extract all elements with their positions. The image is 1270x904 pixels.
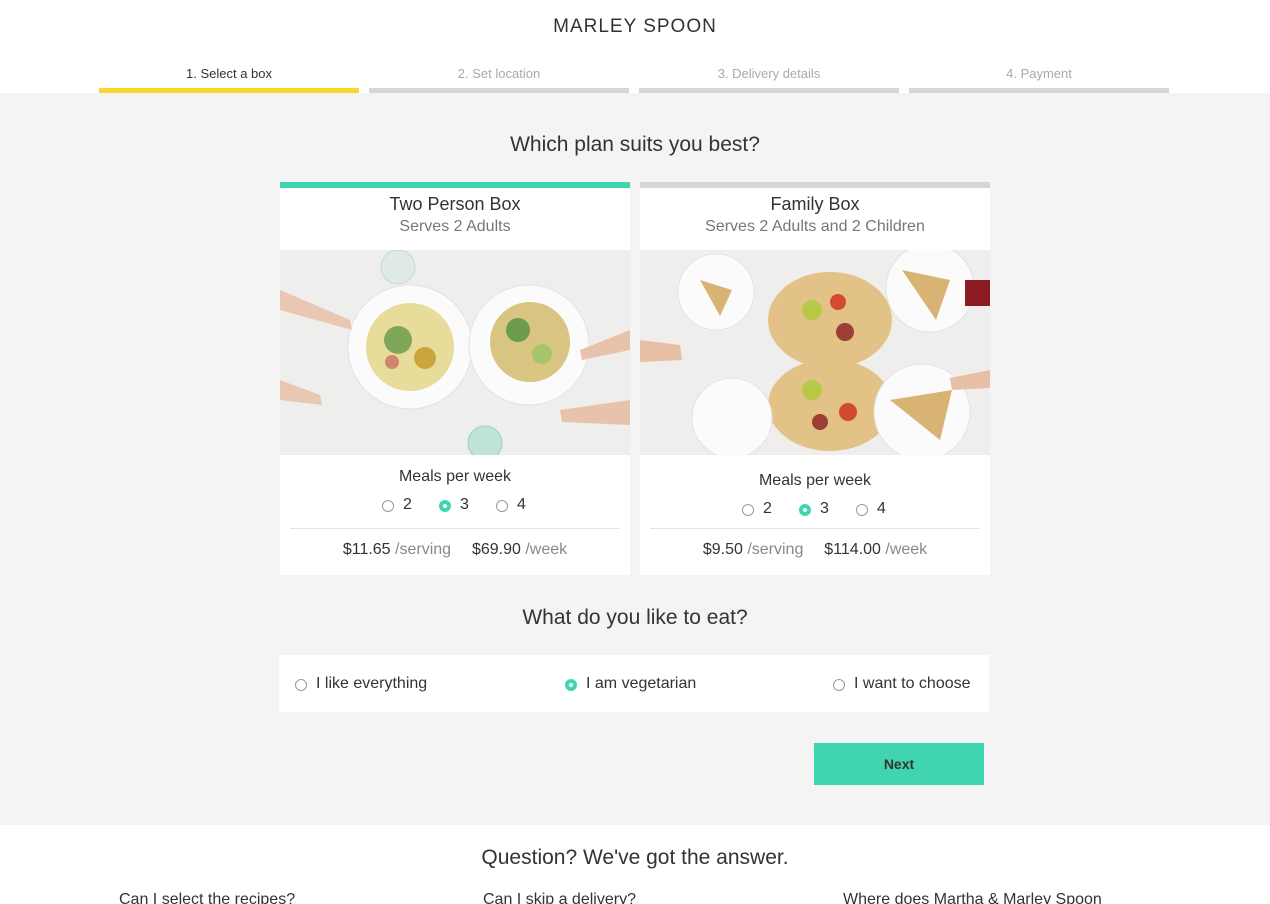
step-progress-bar <box>369 88 629 93</box>
radio-checked-icon <box>439 500 451 512</box>
price-per-week: $69.90 <box>471 541 521 558</box>
meals-radio-group: 2 3 4 <box>280 496 630 516</box>
plan-subtitle: Serves 2 Adults and 2 Children <box>705 218 925 235</box>
radio-label: 3 <box>460 496 469 513</box>
step-progress-bar <box>99 88 359 93</box>
family-meal-photo <box>640 250 990 455</box>
marley-spoon-logo[interactable]: MARLEY SPOON <box>0 16 1270 38</box>
diet-radio-group: I like everything I am vegetarian I want… <box>279 655 989 712</box>
plan-card-two-person[interactable]: Two Person Box Serves 2 Adults Meals per… <box>280 182 630 575</box>
plan-card-family[interactable]: Family Box Serves 2 Adults and 2 Childre… <box>640 182 990 575</box>
price-per-week: $114.00 <box>824 541 881 558</box>
meals-per-week-label: Meals per week <box>398 468 512 485</box>
step-label: 2. Set location <box>457 66 541 81</box>
radio-circle-icon <box>856 504 868 516</box>
faq-section: Question? We've got the answer. Can I se… <box>0 825 1270 904</box>
plan-title: Family Box <box>770 194 860 214</box>
step-label: 3. Delivery details <box>717 66 821 81</box>
price-per-serving: $9.50 <box>702 541 743 558</box>
step-set-location: 2. Set location <box>369 66 629 93</box>
week-unit: /week <box>885 541 928 558</box>
faq-question[interactable]: Can I skip a delivery? <box>483 891 636 904</box>
serving-unit: /serving <box>747 541 804 558</box>
step-select-box[interactable]: 1. Select a box <box>99 66 359 93</box>
diet-title: What do you like to eat? <box>522 606 748 629</box>
card-unselected-bar <box>640 182 990 188</box>
radio-circle-icon <box>833 679 845 691</box>
progress-steps: 1. Select a box 2. Set location 3. Deliv… <box>99 66 1169 93</box>
radio-checked-icon <box>799 504 811 516</box>
step-delivery-details: 3. Delivery details <box>639 66 899 93</box>
radio-circle-icon <box>382 500 394 512</box>
faq-question[interactable]: Can I select the recipes? <box>119 891 295 904</box>
radio-label: 2 <box>403 496 412 513</box>
radio-label: 4 <box>877 500 886 517</box>
radio-checked-icon <box>565 679 577 691</box>
price-per-serving: $11.65 <box>342 541 391 558</box>
radio-circle-icon <box>295 679 307 691</box>
radio-label: 4 <box>517 496 526 513</box>
meals-per-week-label: Meals per week <box>758 472 872 489</box>
step-progress-bar <box>909 88 1169 93</box>
radio-label: 3 <box>820 500 829 517</box>
radio-label: 2 <box>763 500 772 517</box>
plan-title: Two Person Box <box>389 194 521 214</box>
radio-label: I want to choose <box>854 675 971 692</box>
divider <box>290 528 620 529</box>
faq-title: Question? We've got the answer. <box>481 846 789 869</box>
next-button[interactable]: Next <box>814 743 984 785</box>
step-label: 4. Payment <box>1006 66 1072 81</box>
radio-label: I am vegetarian <box>586 675 697 692</box>
step-payment: 4. Payment <box>909 66 1169 93</box>
divider <box>650 528 980 529</box>
price-row: $9.50 /serving $114.00 /week <box>640 541 990 559</box>
radio-label: I like everything <box>316 675 428 692</box>
meals-radio-group: 2 3 4 <box>640 500 990 520</box>
step-progress-bar <box>639 88 899 93</box>
week-unit: /week <box>525 541 568 558</box>
serving-unit: /serving <box>395 541 452 558</box>
price-row: $11.65 /serving $69.90 /week <box>280 541 630 559</box>
step-label: 1. Select a box <box>186 66 272 81</box>
radio-circle-icon <box>742 504 754 516</box>
faq-question[interactable]: Where does Martha & Marley Spoon <box>843 891 1102 904</box>
radio-circle-icon <box>496 500 508 512</box>
header: MARLEY SPOON 1. Select a box 2. Set loca… <box>0 0 1270 93</box>
plans-title: Which plan suits you best? <box>510 133 760 156</box>
two-person-meal-photo <box>280 250 630 455</box>
card-selected-bar <box>280 182 630 188</box>
plan-subtitle: Serves 2 Adults <box>399 218 511 235</box>
